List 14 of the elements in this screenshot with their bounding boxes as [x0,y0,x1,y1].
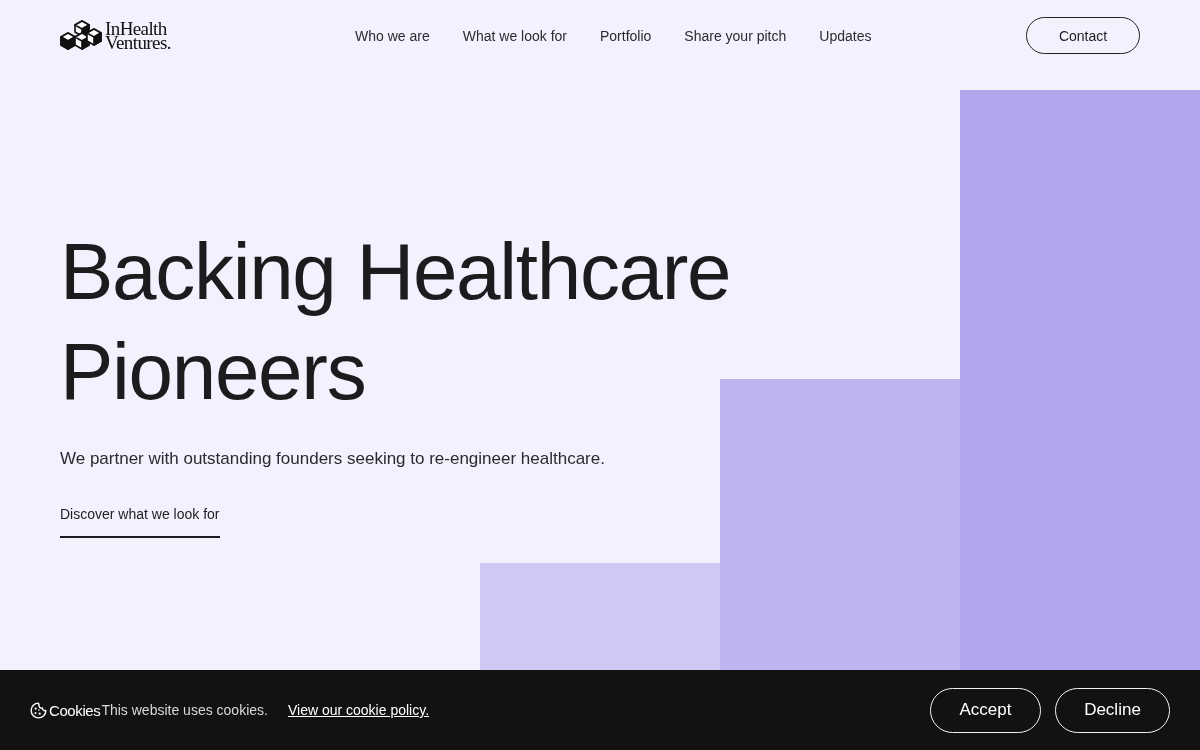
cubes-logo-icon [60,19,102,50]
nav-link[interactable]: Updates [819,27,872,45]
hero-subtitle: We partner with outstanding founders seeking to re-engineer healthcare. [60,448,605,470]
nav-link[interactable]: What we look for [462,27,567,45]
nav-link[interactable]: Share your pitch [684,27,787,45]
cookie-title: Cookies [49,701,101,719]
cookie-icon [30,701,47,719]
cookie-policy-link[interactable]: View our cookie policy. [287,702,430,718]
logo-wordmark[interactable]: InHealth Ventures. [105,19,171,50]
hero-heading: Backing Healthcare Pioneers [60,226,732,418]
cookie-message: This website uses cookies. [101,702,268,718]
nav-link[interactable]: Who we are [355,27,430,45]
nav-link[interactable]: Portfolio [599,27,652,45]
discover-link[interactable]: Discover what we look for [60,504,220,538]
